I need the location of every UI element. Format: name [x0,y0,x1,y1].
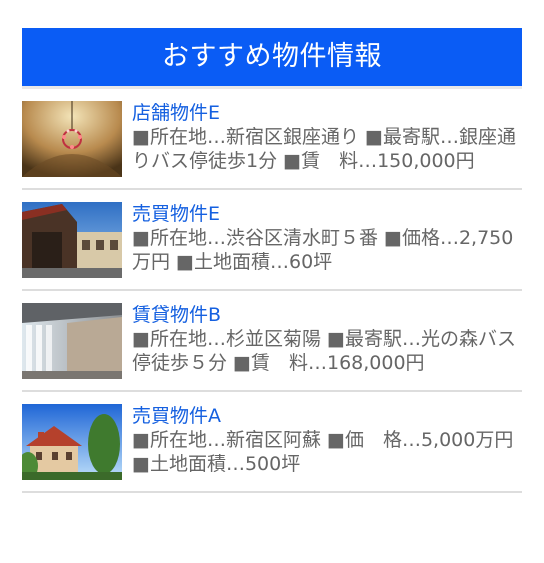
chandelier-interior-photo-icon[interactable] [22,101,122,177]
property-item: 賃貸物件B ■所在地…杉並区菊陽 ■最寄駅…光の森バス停徒歩５分 ■賃 料…16… [22,291,522,392]
house-with-trees-photo-icon[interactable] [22,404,122,480]
property-list: 店舗物件E ■所在地…新宿区銀座通り ■最寄駅…銀座通りバス停徒歩1分 ■賃 料… [22,86,522,493]
property-item: 売買物件E ■所在地…渋谷区清水町５番 ■価格…2,750万円 ■土地面積…60… [22,190,522,291]
building-exterior-photo-icon[interactable] [22,202,122,278]
lobby-interior-photo-icon[interactable] [22,303,122,379]
recommended-properties-panel: おすすめ物件情報 店舗物件E ■所在地…新宿区銀座通り ■最寄駅…銀座通りバス停… [22,28,522,493]
property-item: 売買物件A ■所在地…新宿区阿蘇 ■価 格…5,000万円 ■土地面積…500坪 [22,392,522,493]
panel-header: おすすめ物件情報 [22,28,522,86]
property-item: 店舗物件E ■所在地…新宿区銀座通り ■最寄駅…銀座通りバス停徒歩1分 ■賃 料… [22,89,522,190]
